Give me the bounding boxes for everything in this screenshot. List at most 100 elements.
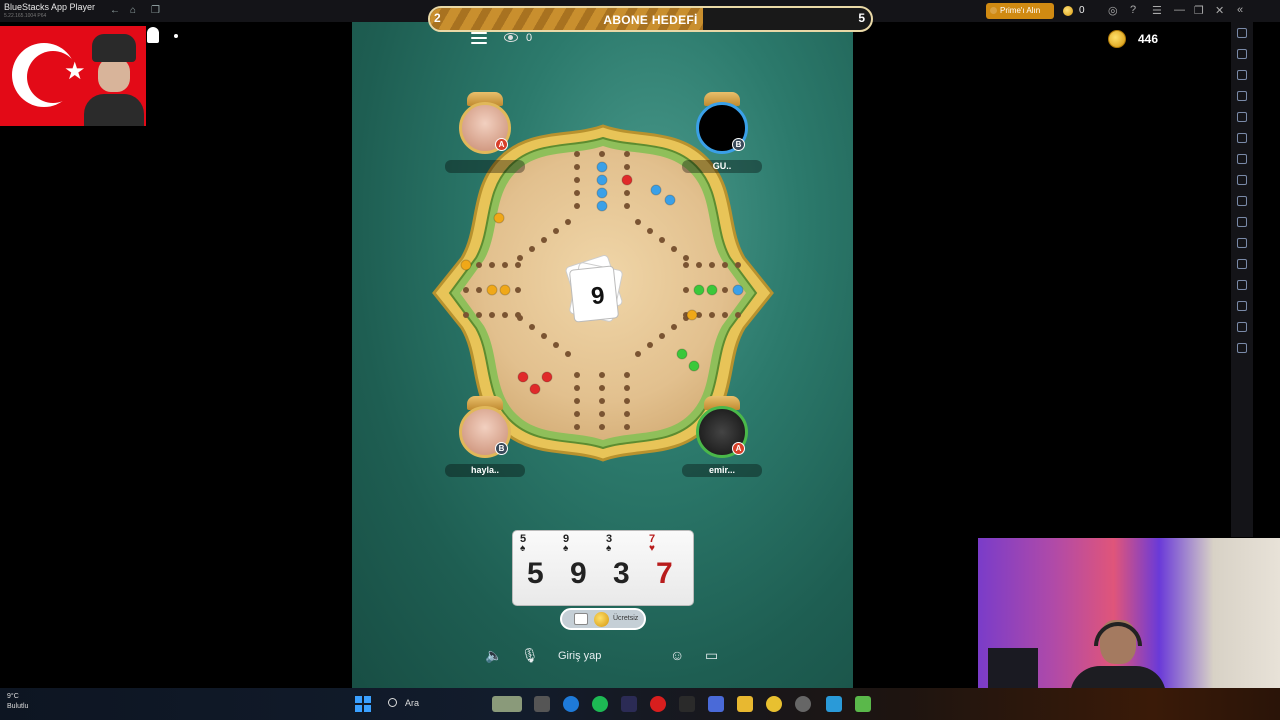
shake-icon[interactable] xyxy=(1237,280,1247,290)
track-hole xyxy=(489,312,495,318)
airplane-icon[interactable] xyxy=(1237,259,1247,269)
weather-temp[interactable]: 9°C xyxy=(7,693,19,700)
track-hole xyxy=(574,411,580,417)
eco-mode-icon[interactable] xyxy=(1237,154,1247,164)
task-view-icon[interactable] xyxy=(534,696,550,712)
card-suit-icon: ♠ xyxy=(563,543,569,554)
widget-icon[interactable] xyxy=(492,696,522,712)
spotify-icon[interactable] xyxy=(592,696,608,712)
track-hole xyxy=(683,287,689,293)
sync-icon[interactable] xyxy=(1237,343,1247,353)
record-icon[interactable] xyxy=(1237,217,1247,227)
coin-icon xyxy=(1063,6,1073,16)
peg xyxy=(650,184,662,196)
track-hole xyxy=(599,424,605,430)
track-hole xyxy=(574,424,580,430)
viewer-count: 0 xyxy=(526,32,533,44)
player-name: emir... xyxy=(682,464,762,477)
taskbar-search[interactable]: Ara xyxy=(384,696,474,712)
gold-coin-icon xyxy=(1108,30,1126,48)
player-seat-top-right[interactable]: B GU.. xyxy=(682,92,762,182)
track-hole xyxy=(565,219,571,225)
microphone-icon[interactable]: 🎙 xyxy=(521,647,539,664)
chrome-icon[interactable] xyxy=(766,696,782,712)
card-rank: 7 xyxy=(656,557,673,590)
track-hole xyxy=(624,411,630,417)
bluestacks-icon[interactable] xyxy=(855,696,871,712)
card-suit-icon: ♠ xyxy=(606,543,612,554)
location-icon[interactable] xyxy=(1237,301,1247,311)
track-hole xyxy=(529,324,535,330)
help-icon[interactable]: ? xyxy=(1130,4,1136,16)
back-icon[interactable]: ← xyxy=(110,4,120,18)
volume-icon[interactable] xyxy=(1237,49,1247,59)
subscriber-goal-banner: 2 ABONE HEDEFİ 5 xyxy=(428,6,873,32)
track-hole xyxy=(722,262,728,268)
bluestacks-sidebar xyxy=(1231,22,1253,537)
restore-icon[interactable]: ❐ xyxy=(1194,4,1204,17)
player-name: hayla.. xyxy=(445,464,525,477)
keyboard-icon[interactable] xyxy=(1237,91,1247,101)
prime-button[interactable]: Prime'ı Alın xyxy=(986,3,1054,19)
player-team-badge: A xyxy=(732,442,745,455)
rotate-icon[interactable] xyxy=(1237,133,1247,143)
menu-icon[interactable]: ☰ xyxy=(1152,4,1162,17)
account-icon[interactable]: ◎ xyxy=(1108,4,1118,17)
macro-icon[interactable] xyxy=(1237,112,1247,122)
speaker-icon[interactable]: 🔈 xyxy=(485,647,502,664)
screenshot-icon[interactable] xyxy=(1237,196,1247,206)
start-button[interactable] xyxy=(355,696,371,712)
multi-instance-icon[interactable]: ❐ xyxy=(151,4,160,18)
track-hole xyxy=(574,385,580,391)
peg xyxy=(732,284,744,296)
close-icon[interactable]: ✕ xyxy=(1215,4,1224,17)
hand-card[interactable]: 7 ♥ 7 xyxy=(644,531,684,607)
track-hole xyxy=(574,398,580,404)
chat-icon[interactable]: ▭ xyxy=(705,647,718,664)
terminal-icon[interactable] xyxy=(621,696,637,712)
turkish-flag-overlay: ★ xyxy=(0,26,146,126)
hand-card[interactable]: 5 ♠ 5 xyxy=(515,531,555,607)
free-label: Ücretsiz xyxy=(613,615,639,622)
chat-input[interactable]: Giriş yap xyxy=(558,650,601,662)
cards-icon xyxy=(574,613,588,625)
hand-card[interactable]: 9 ♠ 9 xyxy=(558,531,598,607)
store-icon[interactable] xyxy=(679,696,695,712)
apk-icon[interactable] xyxy=(1237,70,1247,80)
player-seat-top-left[interactable]: A xyxy=(445,92,525,182)
track-hole xyxy=(565,351,571,357)
track-hole xyxy=(624,190,630,196)
emoji-icon[interactable]: ☺ xyxy=(670,647,684,663)
track-hole xyxy=(624,372,630,378)
opera-icon[interactable] xyxy=(650,696,666,712)
fullscreen-icon[interactable] xyxy=(1237,28,1247,38)
hamburger-menu-icon[interactable] xyxy=(471,32,487,46)
player-seat-bottom-left[interactable]: Bhayla.. xyxy=(445,396,525,486)
peg xyxy=(596,200,608,212)
app-icon[interactable] xyxy=(708,696,724,712)
track-hole xyxy=(635,351,641,357)
media-folder-icon[interactable] xyxy=(1237,238,1247,248)
weather-desc[interactable]: Bulutlu xyxy=(7,703,28,710)
peg xyxy=(596,174,608,186)
minimize-icon[interactable]: — xyxy=(1174,4,1185,16)
track-hole xyxy=(624,203,630,209)
player-team-badge: B xyxy=(732,138,745,151)
free-reward-button[interactable]: Ücretsiz xyxy=(560,608,646,630)
windows-taskbar: 9°C Bulutlu Ara xyxy=(0,688,1280,720)
settings-icon[interactable] xyxy=(795,696,811,712)
file-explorer-icon[interactable] xyxy=(737,696,753,712)
track-hole xyxy=(624,385,630,391)
telegram-icon[interactable] xyxy=(826,696,842,712)
player-seat-bottom-right[interactable]: Aemir... xyxy=(682,396,762,486)
edge-icon[interactable] xyxy=(563,696,579,712)
home-icon[interactable]: ⌂ xyxy=(130,4,136,18)
hand-card[interactable]: 3 ♠ 3 xyxy=(601,531,641,607)
track-hole xyxy=(553,228,559,234)
peg xyxy=(529,383,541,395)
layers-icon[interactable] xyxy=(1237,322,1247,332)
performance-icon[interactable] xyxy=(1237,175,1247,185)
card-suit-icon: ♠ xyxy=(520,543,526,554)
app-title: BlueStacks App Player xyxy=(4,2,96,12)
collapse-sidebar-icon[interactable]: « xyxy=(1237,4,1243,16)
